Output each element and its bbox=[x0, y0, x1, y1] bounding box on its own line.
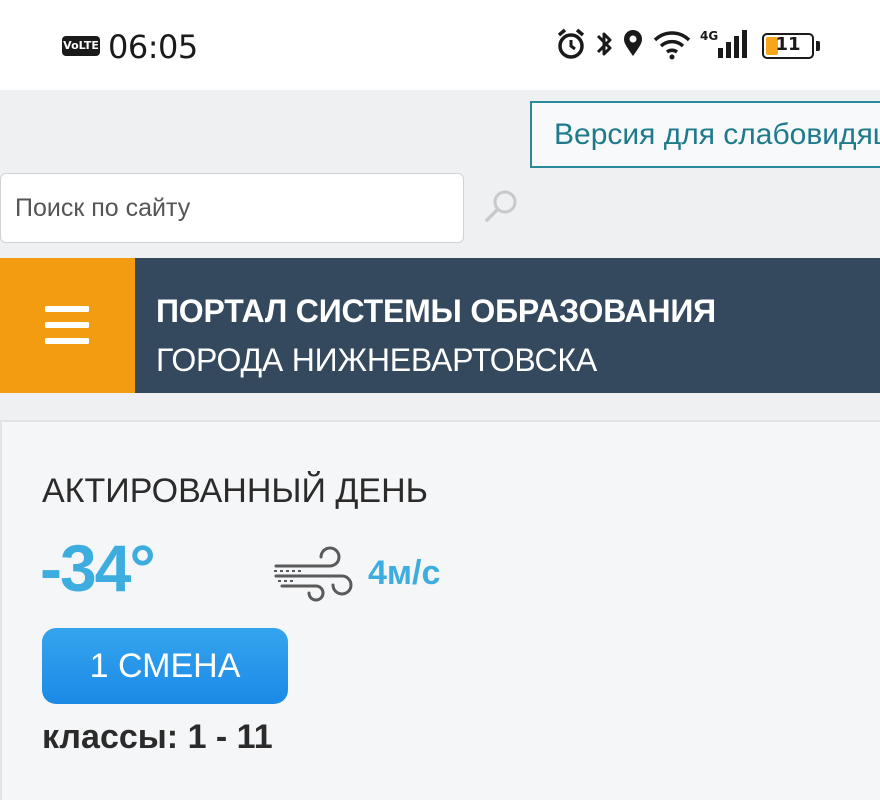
wind-icon bbox=[274, 546, 353, 602]
wifi-icon bbox=[653, 31, 691, 60]
location-icon bbox=[624, 30, 642, 56]
menu-button[interactable] bbox=[0, 258, 135, 393]
search-input[interactable] bbox=[0, 173, 464, 243]
svg-text:4G: 4G bbox=[700, 29, 718, 43]
activated-day-card: АКТИРОВАННЫЙ ДЕНЬ -34° 4м/с 1 СМЕНА клас… bbox=[0, 420, 880, 800]
temperature-value: -34° bbox=[40, 531, 156, 605]
alarm-icon bbox=[557, 28, 585, 59]
low-vision-version-button[interactable]: Версия для слабовидящих bbox=[530, 101, 880, 168]
grades-label: классы: 1 - 11 bbox=[42, 718, 273, 756]
bluetooth-icon bbox=[596, 32, 612, 56]
site-header: ПОРТАЛ СИСТЕМЫ ОБРАЗОВАНИЯ ГОРОДА НИЖНЕВ… bbox=[0, 258, 880, 393]
portal-title-line2[interactable]: ГОРОДА НИЖНЕВАРТОВСКА bbox=[156, 342, 597, 379]
battery-icon: 11 bbox=[762, 33, 814, 59]
portal-title-line1[interactable]: ПОРТАЛ СИСТЕМЫ ОБРАЗОВАНИЯ bbox=[156, 293, 716, 330]
search-icon bbox=[485, 190, 517, 222]
search-button[interactable] bbox=[482, 186, 522, 226]
signal-icon: 4G bbox=[700, 29, 747, 58]
volte-badge: VoLTE bbox=[62, 36, 100, 56]
battery-level: 11 bbox=[775, 34, 801, 55]
wind-speed: 4м/с bbox=[368, 554, 441, 592]
status-time: 06:05 bbox=[108, 28, 198, 66]
shift-button[interactable]: 1 СМЕНА bbox=[42, 628, 288, 704]
status-bar: VoLTE 06:05 4G 11 bbox=[0, 0, 880, 90]
battery-tip bbox=[816, 41, 820, 51]
card-title: АКТИРОВАННЫЙ ДЕНЬ bbox=[42, 472, 428, 510]
